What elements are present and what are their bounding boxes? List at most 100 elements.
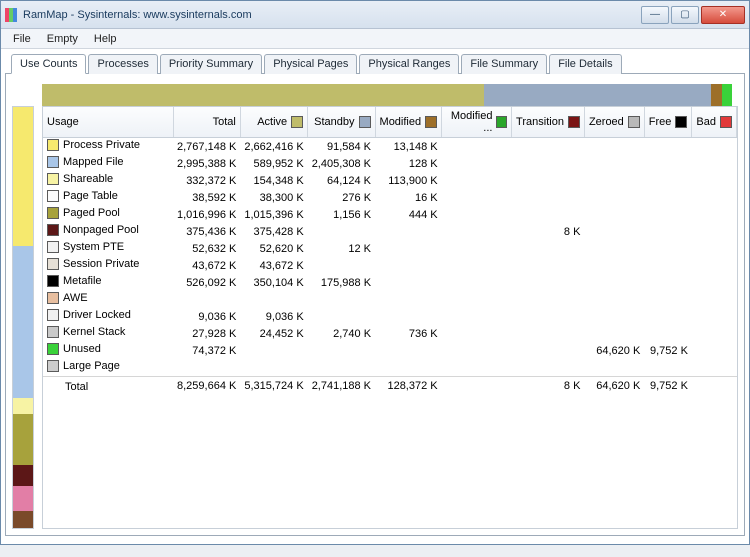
row-swatch-icon [47, 343, 59, 355]
cell-transition [512, 172, 585, 189]
titlebar[interactable]: RamMap - Sysinternals: www.sysinternals.… [1, 1, 749, 29]
cell-zeroed: 64,620 K [584, 342, 644, 359]
row-swatch-icon [47, 139, 59, 151]
cell-total: 2,767,148 K [173, 138, 240, 156]
cell-transition [512, 257, 585, 274]
row-swatch-icon [47, 241, 59, 253]
table-row[interactable]: Shareable332,372 K154,348 K64,124 K113,9… [43, 172, 737, 189]
cell-total: 27,928 K [173, 325, 240, 342]
col-total[interactable]: Total [173, 107, 240, 138]
cell-active: 52,620 K [240, 240, 307, 257]
menu-file[interactable]: File [5, 31, 39, 47]
row-swatch-icon [47, 292, 59, 304]
row-label: Paged Pool [63, 207, 120, 219]
menu-help[interactable]: Help [86, 31, 125, 47]
tab-file-summary[interactable]: File Summary [461, 54, 547, 74]
cell-active: 2,662,416 K [240, 138, 307, 156]
cell-modified: 128 K [375, 155, 442, 172]
cell-free [644, 257, 692, 274]
cell-total: 52,632 K [173, 240, 240, 257]
cell-free [644, 274, 692, 291]
table-row[interactable]: Large Page [43, 359, 737, 377]
cell-modifiednw [442, 155, 512, 172]
table-row[interactable]: Session Private43,672 K43,672 K [43, 257, 737, 274]
cell-modifiednw [442, 291, 512, 308]
tab-priority-summary[interactable]: Priority Summary [160, 54, 262, 74]
col-free[interactable]: Free [644, 107, 692, 138]
row-swatch-icon [47, 173, 59, 185]
minimize-button[interactable]: — [641, 6, 669, 24]
row-label: Page Table [63, 190, 118, 202]
table-row[interactable]: System PTE 52,632 K52,620 K12 K [43, 240, 737, 257]
topbar-segment [711, 84, 721, 106]
cell-transition [512, 342, 585, 359]
leftbar-segment [13, 246, 33, 398]
cell-standby [308, 223, 375, 240]
tab-file-details[interactable]: File Details [549, 54, 621, 74]
cell-total: 74,372 K [173, 342, 240, 359]
cell-free [644, 291, 692, 308]
col-modified[interactable]: Modified [375, 107, 442, 138]
close-button[interactable]: ✕ [701, 6, 745, 24]
cell-total: 2,995,388 K [173, 155, 240, 172]
cell-bad [692, 223, 737, 240]
maximize-button[interactable]: ▢ [671, 6, 699, 24]
leftbar-segment [13, 465, 33, 486]
table-row[interactable]: Metafile526,092 K350,104 K175,988 K [43, 274, 737, 291]
cell-transition [512, 138, 585, 156]
cell-modifiednw [442, 377, 512, 395]
table-row[interactable]: Mapped File2,995,388 K589,952 K2,405,308… [43, 155, 737, 172]
table-row[interactable]: Driver Locked9,036 K9,036 K [43, 308, 737, 325]
row-usage-bar [12, 106, 34, 529]
cell-transition: 8 K [512, 377, 585, 395]
col-zeroed[interactable]: Zeroed [584, 107, 644, 138]
data-grid[interactable]: Usage Total Active Standby Modified Modi… [42, 106, 738, 529]
row-label: Mapped File [63, 156, 124, 168]
row-label: Kernel Stack [63, 326, 125, 338]
topbar-segment [42, 84, 484, 106]
cell-zeroed [584, 223, 644, 240]
swatch-transition [568, 116, 580, 128]
table-row-total[interactable]: Total8,259,664 K5,315,724 K2,741,188 K12… [43, 377, 737, 395]
col-transition[interactable]: Transition [512, 107, 585, 138]
tab-processes[interactable]: Processes [88, 54, 157, 74]
cell-total [173, 291, 240, 308]
row-swatch-icon [47, 156, 59, 168]
cell-modified: 736 K [375, 325, 442, 342]
cell-free: 9,752 K [644, 377, 692, 395]
cell-active: 38,300 K [240, 189, 307, 206]
table-row[interactable]: Process Private2,767,148 K2,662,416 K91,… [43, 138, 737, 156]
col-standby[interactable]: Standby [308, 107, 375, 138]
cell-free [644, 206, 692, 223]
row-swatch-icon [47, 360, 59, 372]
cell-bad [692, 377, 737, 395]
tab-use-counts[interactable]: Use Counts [11, 54, 86, 74]
cell-active: 24,452 K [240, 325, 307, 342]
cell-modified: 444 K [375, 206, 442, 223]
table-row[interactable]: Page Table38,592 K38,300 K276 K16 K [43, 189, 737, 206]
menu-empty[interactable]: Empty [39, 31, 86, 47]
cell-modifiednw [442, 274, 512, 291]
row-swatch-icon [47, 309, 59, 321]
tab-physical-ranges[interactable]: Physical Ranges [359, 54, 459, 74]
cell-active: 43,672 K [240, 257, 307, 274]
table-row[interactable]: AWE [43, 291, 737, 308]
row-label: Large Page [63, 360, 120, 372]
leftbar-segment [13, 107, 33, 246]
table-row[interactable]: Unused74,372 K64,620 K9,752 K [43, 342, 737, 359]
cell-standby: 12 K [308, 240, 375, 257]
cell-bad [692, 240, 737, 257]
cell-total: 38,592 K [173, 189, 240, 206]
window-title: RamMap - Sysinternals: www.sysinternals.… [23, 9, 252, 21]
col-bad[interactable]: Bad [692, 107, 737, 138]
table-row[interactable]: Paged Pool1,016,996 K1,015,396 K1,156 K4… [43, 206, 737, 223]
col-active[interactable]: Active [240, 107, 307, 138]
table-row[interactable]: Kernel Stack27,928 K24,452 K2,740 K736 K [43, 325, 737, 342]
cell-active: 375,428 K [240, 223, 307, 240]
col-usage[interactable]: Usage [43, 107, 173, 138]
col-modified-nw[interactable]: Modified ... [442, 107, 512, 138]
cell-bad [692, 274, 737, 291]
row-label: System PTE [63, 241, 124, 253]
tab-physical-pages[interactable]: Physical Pages [264, 54, 357, 74]
table-row[interactable]: Nonpaged Pool375,436 K375,428 K8 K [43, 223, 737, 240]
